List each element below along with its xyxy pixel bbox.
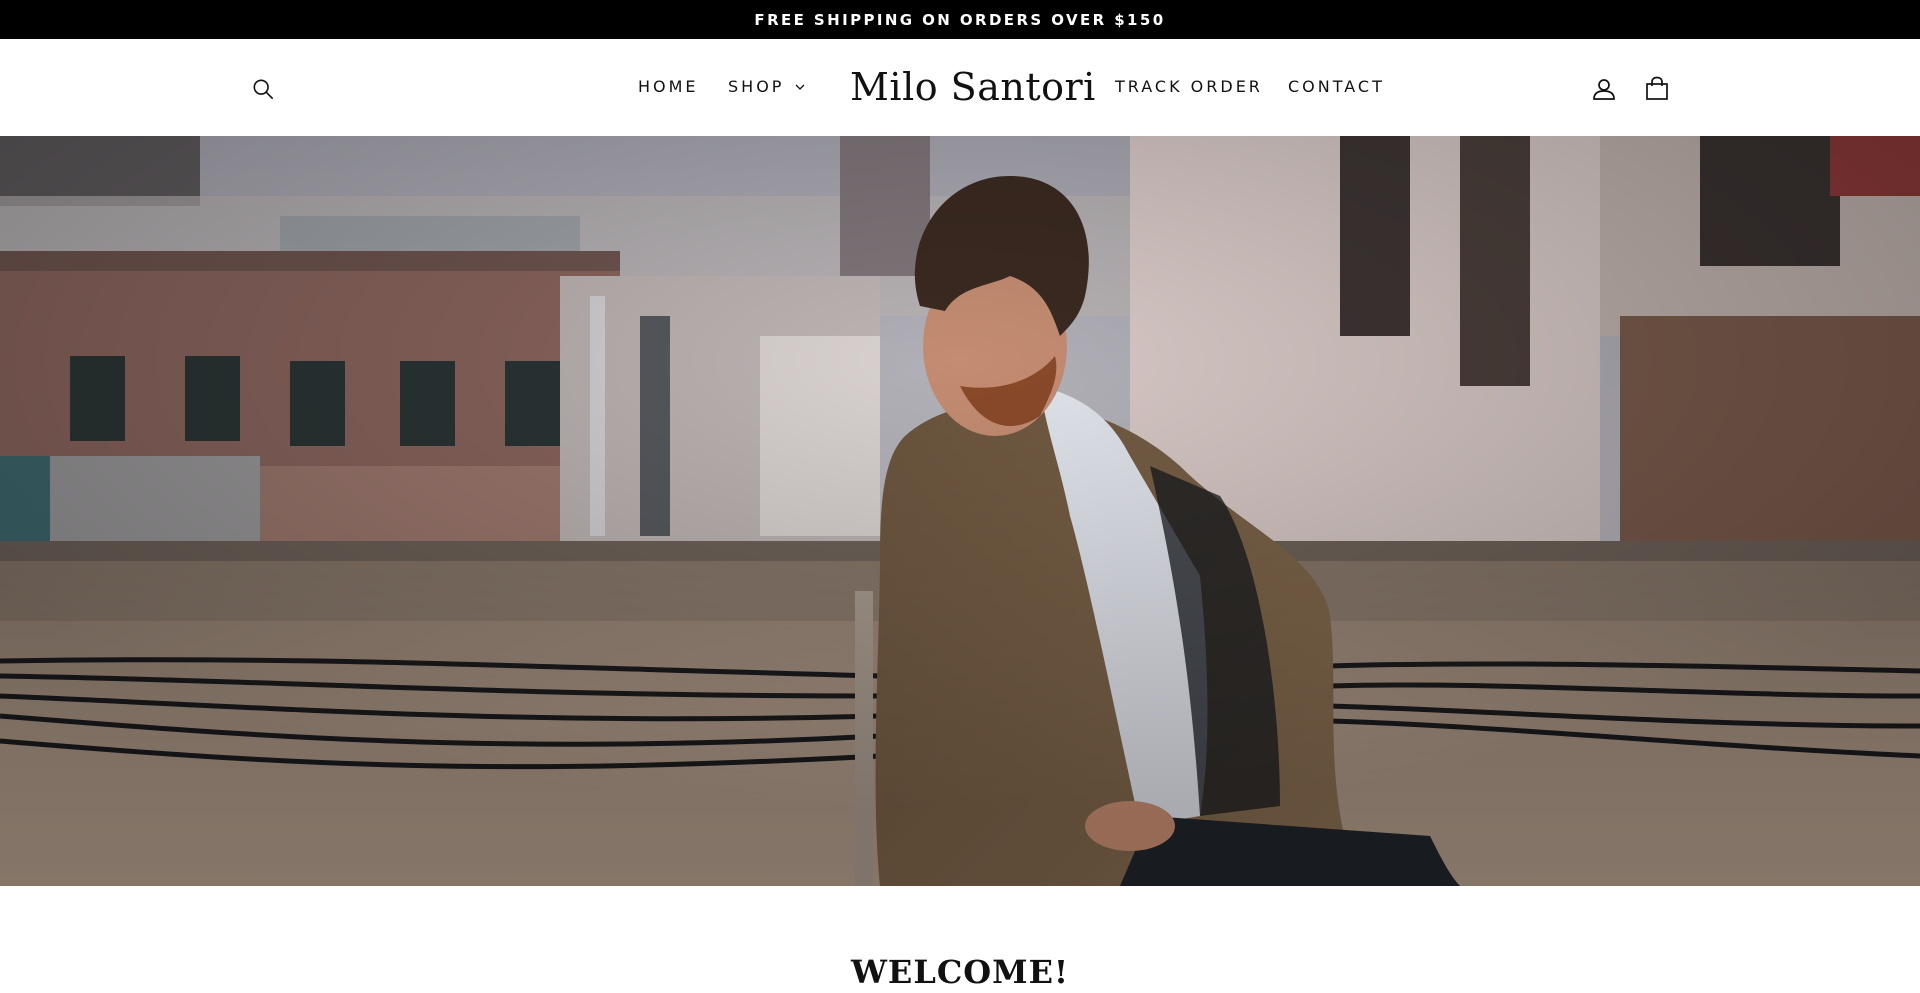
chevron-down-icon bbox=[794, 83, 806, 91]
hero-photo bbox=[0, 136, 1920, 886]
site-header: HOME SHOP Milo Santori TRACK ORDER CONTA… bbox=[0, 39, 1920, 136]
search-button[interactable] bbox=[246, 72, 280, 106]
welcome-heading: WELCOME! bbox=[850, 953, 1070, 991]
account-button[interactable] bbox=[1587, 72, 1621, 106]
announcement-text: FREE SHIPPING ON ORDERS OVER $150 bbox=[754, 10, 1166, 29]
site-logo[interactable]: Milo Santori bbox=[850, 63, 1095, 111]
search-icon bbox=[253, 79, 273, 99]
nav-shop[interactable]: SHOP bbox=[728, 75, 806, 99]
nav-contact[interactable]: CONTACT bbox=[1288, 75, 1385, 99]
nav-shop-label: SHOP bbox=[728, 77, 785, 96]
hero-image bbox=[0, 136, 1920, 886]
shopping-bag-icon bbox=[1646, 76, 1668, 100]
cart-button[interactable] bbox=[1640, 71, 1674, 105]
nav-home[interactable]: HOME bbox=[638, 75, 699, 99]
nav-track-order[interactable]: TRACK ORDER bbox=[1115, 75, 1263, 99]
user-icon bbox=[1593, 79, 1615, 100]
announcement-bar: FREE SHIPPING ON ORDERS OVER $150 bbox=[0, 0, 1920, 39]
